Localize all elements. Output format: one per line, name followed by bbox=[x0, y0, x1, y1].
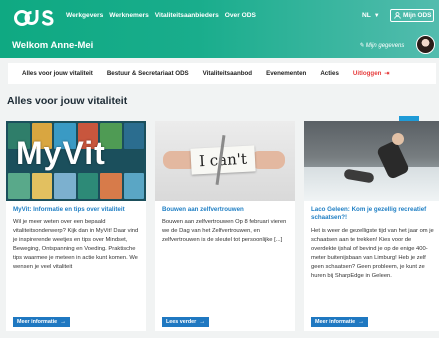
main-nav: Werkgevers Werknemers Vitaliteitsaanbied… bbox=[66, 12, 256, 19]
arrow-right-icon: → bbox=[60, 319, 67, 325]
subnav-acties[interactable]: Acties bbox=[320, 70, 339, 77]
card-zelfvertrouwen[interactable]: I can't Bouwen aan zelfvertrouwen Bouwen… bbox=[155, 121, 295, 331]
card-title[interactable]: MyVit: Informatie en tips over vitalitei… bbox=[13, 206, 140, 214]
hand-shape bbox=[251, 151, 285, 169]
my-details-label: Mijn gegevens bbox=[365, 43, 405, 49]
ods-logo[interactable] bbox=[14, 7, 54, 29]
card-image-zelfvertrouwen: I can't bbox=[155, 121, 295, 201]
pencil-icon: ✎ bbox=[359, 43, 366, 49]
card-text: Het is weer de gezelligste tijd van het … bbox=[311, 228, 434, 279]
card-image-skating bbox=[304, 121, 439, 201]
skater-head bbox=[392, 133, 404, 145]
nav-werkgevers[interactable]: Werkgevers bbox=[66, 12, 103, 19]
myvit-image-text: MyVit bbox=[16, 135, 106, 171]
button-label: Meer informatie bbox=[315, 319, 356, 325]
arrow-right-icon: → bbox=[199, 319, 206, 325]
card-title[interactable]: Bouwen aan zelfvertrouwen bbox=[162, 206, 289, 214]
welcome-title: Welkom Anne-Mei bbox=[12, 40, 94, 51]
card-title[interactable]: Laco Geleen: Kom je gezellig recreatief … bbox=[311, 206, 438, 221]
button-label: Meer informatie bbox=[17, 319, 58, 325]
more-info-button[interactable]: Meer informatie → bbox=[311, 317, 369, 327]
card-laco-geleen[interactable]: Laco Geleen: Kom je gezellig recreatief … bbox=[304, 121, 439, 331]
card-text: Bouwen aan zelfvertrouwen Op 8 februari … bbox=[162, 219, 287, 243]
language-label: NL bbox=[362, 12, 371, 19]
more-info-button[interactable]: Meer informatie → bbox=[13, 317, 71, 327]
nav-over-ods[interactable]: Over ODS bbox=[225, 12, 256, 19]
user-icon bbox=[394, 12, 401, 19]
read-more-button[interactable]: Lees verder → bbox=[162, 317, 210, 327]
subnav-alles-voor-jouw-vitaliteit[interactable]: Alles voor jouw vitaliteit bbox=[22, 70, 93, 77]
section-title: Alles voor jouw vitaliteit bbox=[7, 95, 128, 107]
header-bar: Werkgevers Werknemers Vitaliteitsaanbied… bbox=[0, 0, 439, 58]
language-selector[interactable]: NL ▼ bbox=[362, 12, 380, 19]
card-myvit[interactable]: MyVit MyVit: Informatie en tips over vit… bbox=[6, 121, 146, 331]
button-label: Lees verder bbox=[166, 319, 197, 325]
ice-surface bbox=[304, 167, 439, 201]
logout-link[interactable]: Uitloggen ⇥ bbox=[353, 70, 390, 77]
my-ods-label: Mijn ODS bbox=[403, 12, 432, 19]
my-details-link[interactable]: ✎ Mijn gegevens bbox=[359, 42, 404, 49]
subnav-evenementen[interactable]: Evenementen bbox=[266, 70, 306, 77]
sub-nav: Alles voor jouw vitaliteit Bestuur & Sec… bbox=[8, 63, 436, 84]
avatar[interactable] bbox=[416, 35, 435, 54]
my-ods-button[interactable]: Mijn ODS bbox=[390, 9, 434, 22]
subnav-bestuur-secretariaat[interactable]: Bestuur & Secretariaat ODS bbox=[107, 70, 189, 77]
chevron-down-icon: ▼ bbox=[373, 13, 380, 19]
nav-werknemers[interactable]: Werknemers bbox=[109, 12, 148, 19]
card-text: Wil je meer weten over een bepaald vital… bbox=[13, 219, 139, 270]
logout-label: Uitloggen bbox=[352, 70, 382, 77]
arrow-right-icon: → bbox=[358, 319, 365, 325]
subnav-vitaliteitsaanbod[interactable]: Vitaliteitsaanbod bbox=[203, 70, 252, 77]
card-image-myvit: MyVit bbox=[6, 121, 146, 201]
nav-vitaliteitsaanbieders[interactable]: Vitaliteitsaanbieders bbox=[155, 12, 219, 19]
logout-icon: ⇥ bbox=[384, 70, 390, 77]
